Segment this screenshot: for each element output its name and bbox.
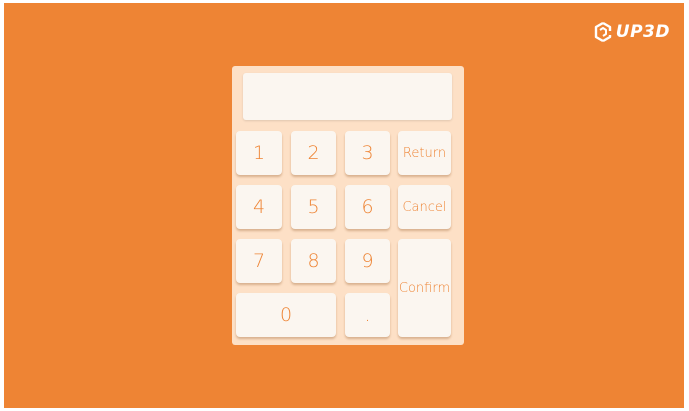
key-0-button[interactable]: 0 [236, 293, 336, 337]
keypad-display[interactable] [243, 73, 452, 120]
key-2-button[interactable]: 2 [291, 131, 336, 175]
decimal-point-button[interactable]: . [345, 293, 390, 337]
return-button[interactable]: Return [398, 131, 451, 175]
app-screen: UP3D 1 2 3 Return 4 5 6 Cancel 7 8 9 Con… [4, 3, 684, 408]
key-5-button[interactable]: 5 [291, 185, 336, 229]
cancel-button[interactable]: Cancel [398, 185, 451, 229]
key-9-button[interactable]: 9 [345, 239, 390, 283]
key-6-button[interactable]: 6 [345, 185, 390, 229]
logo-text: UP3D [615, 22, 670, 42]
key-7-button[interactable]: 7 [236, 239, 282, 283]
brand-logo: UP3D [594, 22, 670, 42]
numeric-keypad: 1 2 3 Return 4 5 6 Cancel 7 8 9 Confirm … [232, 66, 464, 345]
up3d-logo-icon [594, 22, 611, 42]
key-4-button[interactable]: 4 [236, 185, 282, 229]
key-8-button[interactable]: 8 [291, 239, 336, 283]
confirm-button[interactable]: Confirm [398, 239, 451, 337]
key-1-button[interactable]: 1 [236, 131, 282, 175]
key-3-button[interactable]: 3 [345, 131, 390, 175]
